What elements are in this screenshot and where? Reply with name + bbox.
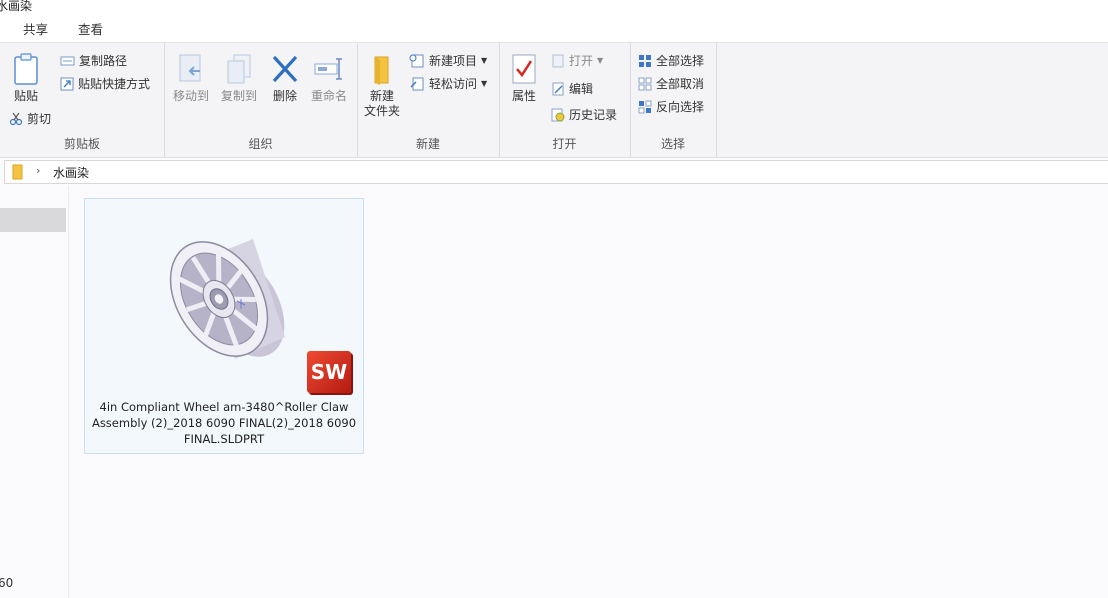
open-button[interactable]: 打开 ▼ [551, 52, 603, 69]
cut-button[interactable]: 剪切 [9, 110, 51, 127]
window-title: 水画染 [0, 0, 33, 13]
easy-access-dropdown-icon: ▼ [481, 79, 488, 88]
new-folder-label-1: 新建 [369, 89, 394, 103]
open-icon [552, 54, 564, 67]
copy-to-label: 复制到 [220, 89, 257, 103]
item-count: 60 [0, 576, 14, 590]
ribbon-tabs: 共享 查看 [0, 14, 1108, 42]
breadcrumb-path[interactable]: 水画染 [53, 164, 89, 181]
new-group-label: 新建 [415, 137, 440, 151]
new-item-button[interactable]: 新建项目 ▼ [409, 52, 487, 69]
select-all-label: 全部选择 [656, 54, 705, 68]
history-button[interactable]: 历史记录 [551, 106, 617, 123]
properties-button[interactable]: 属性 [505, 53, 543, 104]
invert-selection-button[interactable]: 反向选择 [638, 98, 704, 115]
easy-access-label: 轻松访问 [429, 77, 478, 91]
navigation-pane: 60 [0, 186, 69, 598]
invert-selection-icon [638, 100, 652, 113]
paste-shortcut-button[interactable]: 贴贴快捷方式 [60, 75, 150, 92]
open-label: 打开 [569, 54, 594, 68]
new-folder-label-2: 文件夹 [363, 104, 400, 118]
solidworks-badge-text: SW [310, 360, 348, 384]
group-select: 全部选择 全部取消 反向选择 选择 [630, 43, 717, 157]
new-item-icon [409, 54, 424, 67]
rename-icon [314, 58, 342, 80]
cut-label: 剪切 [27, 112, 52, 126]
rename-label: 重命名 [310, 89, 347, 103]
invert-selection-label: 反向选择 [656, 100, 705, 114]
delete-button[interactable]: 删除 [268, 53, 302, 104]
edit-button[interactable]: 编辑 [551, 80, 593, 97]
copy-path-icon [60, 56, 75, 65]
copy-path-label: 复制路径 [79, 54, 128, 68]
select-none-button[interactable]: 全部取消 [638, 75, 704, 92]
select-none-icon [638, 77, 652, 90]
title-bar: 水画染 [0, 0, 1108, 14]
history-icon [551, 108, 565, 121]
file-name-line-2: Assembly (2)_2018 6090 FINAL(2)_2018 609… [91, 416, 357, 430]
copy-to-icon [227, 54, 251, 84]
properties-icon [512, 54, 536, 84]
new-folder-button[interactable]: 新建 文件夹 [361, 55, 403, 119]
copy-to-button[interactable]: 复制到 [218, 53, 260, 104]
new-folder-icon [374, 56, 389, 85]
paste-button[interactable]: 贴贴 [8, 53, 44, 104]
file-item[interactable]: SW 4in Compliant Wheel am-3480^Roller Cl… [84, 198, 364, 454]
open-dropdown-icon: ▼ [597, 56, 604, 65]
organize-group-label: 组织 [248, 137, 273, 151]
clipboard-group-label: 剪贴板 [63, 137, 100, 151]
easy-access-button[interactable]: 轻松访问 ▼ [409, 75, 487, 92]
folder-icon [12, 164, 23, 180]
move-to-label: 移动到 [172, 89, 209, 103]
properties-label: 属性 [511, 89, 536, 103]
rename-button[interactable]: 重命名 [308, 53, 350, 104]
tab-share[interactable]: 共享 [23, 19, 48, 38]
tab-view[interactable]: 查看 [78, 19, 103, 38]
paste-shortcut-label: 贴贴快捷方式 [78, 77, 151, 91]
open-group-label: 打开 [552, 137, 577, 151]
group-organize: 移动到 复制到 删除 重命名 组织 [164, 43, 358, 157]
file-name-line-3: FINAL.SLDPRT [183, 432, 265, 446]
file-name-label: 4in Compliant Wheel am-3480^Roller Claw … [85, 399, 363, 447]
chevron-right-icon[interactable]: › [36, 164, 40, 177]
file-name-line-1: 4in Compliant Wheel am-3480^Roller Claw [99, 400, 349, 414]
edit-icon [552, 82, 564, 95]
select-all-icon [639, 54, 651, 67]
history-label: 历史记录 [569, 108, 618, 122]
move-to-button[interactable]: 移动到 [170, 53, 212, 104]
solidworks-badge-icon: SW [307, 351, 351, 393]
address-bar[interactable]: › 水画染 [4, 160, 1108, 184]
move-to-icon [179, 54, 201, 82]
shortcut-icon [60, 77, 74, 90]
paste-label: 贴贴 [13, 89, 38, 103]
delete-x-icon [272, 55, 298, 83]
scissors-icon [9, 112, 23, 125]
clipboard-icon [14, 53, 38, 85]
edit-label: 编辑 [569, 82, 594, 96]
nav-selected-item[interactable] [0, 208, 66, 232]
select-none-label: 全部取消 [656, 77, 705, 91]
select-all-button[interactable]: 全部选择 [638, 52, 704, 69]
easy-access-icon [410, 77, 424, 90]
select-group-label: 选择 [660, 137, 685, 151]
new-item-label: 新建项目 [429, 54, 478, 68]
group-new: 新建 文件夹 新建项目 ▼ 轻松访问 ▼ 新建 [357, 43, 500, 157]
delete-label: 删除 [272, 89, 297, 103]
group-open: 属性 打开 ▼ 编辑 历史记录 打开 [499, 43, 631, 157]
group-clipboard: 贴贴 复制路径 贴贴快捷方式 剪切 剪贴板 [0, 43, 165, 157]
new-item-dropdown-icon: ▼ [481, 56, 488, 65]
copy-path-button[interactable]: 复制路径 [60, 52, 127, 69]
ribbon: 贴贴 复制路径 贴贴快捷方式 剪切 剪贴板 移动到 复制到 删除 重命名 组织 … [0, 42, 1108, 158]
